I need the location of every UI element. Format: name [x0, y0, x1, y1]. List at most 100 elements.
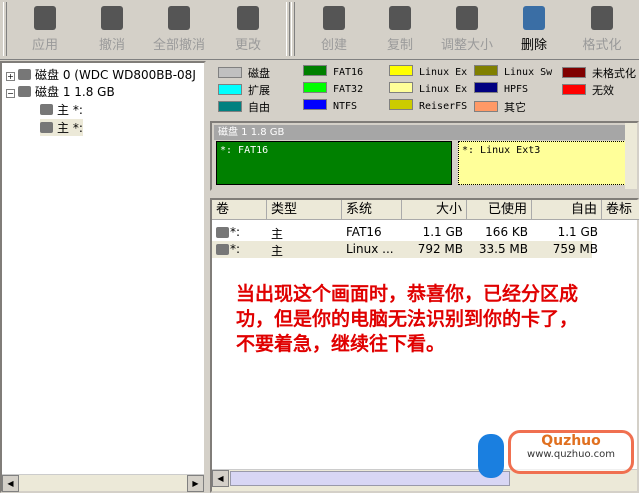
change-label: 更改 [234, 38, 261, 53]
undo-all-button[interactable]: 全部撤消 [144, 6, 214, 53]
disk-0-label: 磁盘 0 (WDC WD800BB-08J [35, 68, 196, 82]
legend-item: 其它 [474, 99, 526, 115]
tree-horizontal-scrollbar[interactable]: ◀ ▶ [2, 474, 204, 492]
partition-label: 主 *: [57, 103, 83, 117]
legend-item: Linux Ex [389, 82, 467, 95]
disk-1-label: 磁盘 1 1.8 GB [35, 85, 115, 99]
table-cell: 1.1 GB [422, 225, 463, 239]
table-cell: *: [230, 225, 241, 239]
table-cell: Linux ... [346, 242, 394, 256]
legend-item: 未格式化 [562, 65, 636, 81]
partition-label: *: FAT16 [220, 145, 269, 156]
legend-swatch [562, 84, 586, 95]
table-cell: FAT16 [346, 225, 382, 239]
map-partition-fat16[interactable]: *: FAT16 [216, 141, 452, 185]
legend-swatch [474, 65, 498, 76]
legend-label: 自由 [248, 101, 270, 114]
undo-icon [101, 6, 123, 30]
legend-label: FAT16 [333, 67, 364, 78]
tree-disk-0[interactable]: + 磁盘 0 (WDC WD800BB-08J [6, 66, 196, 83]
column-header[interactable]: 大小 [402, 200, 467, 220]
partition-label: 主 *: [57, 121, 83, 135]
map-vertical-scrollbar[interactable] [625, 123, 637, 189]
column-header[interactable]: 自由 [532, 200, 602, 220]
column-header[interactable]: 卷标 [602, 200, 639, 220]
table-cell: 792 MB [417, 242, 463, 256]
table-row[interactable]: *: 主 Linux ... 792 MB 33.5 MB 759 MB [212, 241, 598, 258]
table-cell: 主 [271, 227, 284, 241]
legend-label: NTFS [333, 101, 358, 112]
legend-item: HPFS [474, 82, 528, 95]
table-cell: 1.1 GB [557, 225, 598, 239]
expand-icon[interactable]: + [6, 72, 15, 81]
legend-label: HPFS [504, 84, 529, 95]
undo-all-icon [168, 6, 190, 30]
legend-swatch [474, 101, 498, 112]
legend-item: FAT32 [303, 82, 363, 95]
scroll-left-icon[interactable]: ◀ [2, 475, 19, 492]
legend-item: NTFS [303, 99, 357, 112]
resize-button[interactable]: 调整大小 [432, 6, 502, 53]
table-cell: 759 MB [552, 242, 598, 256]
partition-icon [40, 122, 53, 133]
legend-swatch [303, 65, 327, 76]
table-row[interactable]: *: 主 FAT16 1.1 GB 166 KB 1.1 GB [212, 224, 598, 241]
legend-item: 磁盘 [218, 65, 270, 81]
delete-label: 删除 [520, 38, 547, 53]
format-button[interactable]: 格式化 [572, 6, 632, 53]
legend-swatch [218, 84, 242, 95]
table-cell: 33.5 MB [478, 242, 528, 256]
apply-label: 应用 [31, 38, 58, 53]
apply-icon [34, 6, 56, 30]
tree-disk-1[interactable]: − 磁盘 1 1.8 GB [6, 83, 115, 100]
column-header[interactable]: 已使用 [467, 200, 532, 220]
table-cell: *: [230, 242, 241, 256]
delete-button[interactable]: 删除 [504, 6, 564, 53]
toolbar-separator [286, 2, 290, 56]
legend-item: ReiserFS [389, 99, 467, 112]
legend-swatch [303, 99, 327, 110]
column-header[interactable]: 系统 [342, 200, 402, 220]
legend-label: Linux Ex [419, 67, 468, 78]
disk-icon [18, 69, 31, 80]
legend-label: 无效 [592, 84, 614, 97]
scroll-thumb[interactable] [230, 471, 510, 486]
scroll-left-icon[interactable]: ◀ [212, 470, 229, 487]
legend-label: Linux Ex [419, 84, 468, 95]
copy-button[interactable]: 复制 [370, 6, 430, 53]
tree-partition[interactable]: 主 *: [40, 101, 83, 118]
undo-all-label: 全部撤消 [152, 38, 205, 53]
undo-button[interactable]: 撤消 [82, 6, 142, 53]
create-button[interactable]: 创建 [304, 6, 364, 53]
partition-label: *: Linux Ext3 [462, 145, 541, 156]
scroll-right-icon[interactable]: ▶ [187, 475, 204, 492]
resize-icon [456, 6, 478, 30]
partition-icon [216, 227, 229, 238]
legend-item: Linux Ex [389, 65, 467, 78]
create-icon [323, 6, 345, 30]
column-header[interactable]: 卷 [212, 200, 267, 220]
legend-swatch [218, 101, 242, 112]
brand-text: Quzhuo [541, 433, 601, 449]
copy-icon [389, 6, 411, 30]
legend-item: 无效 [562, 82, 614, 98]
legend-item: 扩展 [218, 82, 270, 98]
undo-label: 撤消 [98, 38, 125, 53]
map-partition-ext3[interactable]: *: Linux Ext3 [458, 141, 626, 185]
change-button[interactable]: 更改 [218, 6, 278, 53]
instruction-note: 当出现这个画面时，恭喜你，已经分区成功，但是你的电脑无法识别到你的卡了，不要着急… [236, 283, 579, 355]
apply-button[interactable]: 应用 [15, 6, 75, 53]
column-header[interactable]: 类型 [267, 200, 342, 220]
toolbar-grip [291, 2, 295, 56]
partition-icon [40, 104, 53, 115]
toolbar-grip [3, 2, 7, 56]
legend-item: 自由 [218, 99, 270, 115]
format-label: 格式化 [582, 38, 622, 53]
tree-partition-selected[interactable]: 主 *: [40, 119, 83, 136]
collapse-icon[interactable]: − [6, 89, 15, 98]
mascot-icon [478, 434, 504, 478]
copy-label: 复制 [386, 38, 413, 53]
url-text: www.quzhuo.com [527, 449, 615, 460]
table-cell: 主 [271, 244, 284, 258]
table-cell: 166 KB [485, 225, 528, 239]
